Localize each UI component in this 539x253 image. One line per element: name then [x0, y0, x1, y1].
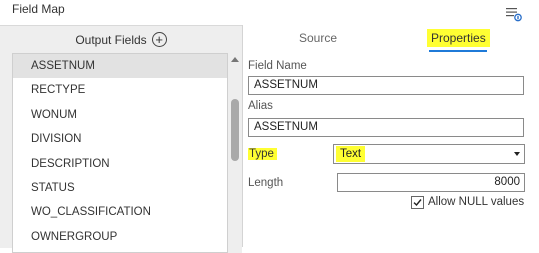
list-item[interactable]: WO_CLASSIFICATION [13, 200, 227, 224]
allow-null-label[interactable]: Allow NULL values [428, 196, 524, 208]
output-fields-panel: Output Fields + ASSETNUM RECTYPE WONUM D… [0, 25, 242, 253]
tab-source[interactable]: Source [299, 31, 337, 45]
list-item[interactable]: RECTYPE [13, 78, 227, 102]
list-item[interactable]: DESCRIPTION [13, 152, 227, 176]
list-item[interactable]: STATUS [13, 176, 227, 200]
list-item[interactable]: ASSETNUM [13, 54, 227, 79]
tab-bar: Source Properties [243, 25, 539, 52]
list-item[interactable]: WONUM [13, 103, 227, 127]
panel-divider[interactable] [242, 25, 243, 247]
plus-circle-icon[interactable]: + [151, 32, 167, 47]
length-input[interactable]: 8000 [337, 173, 525, 192]
list-item[interactable]: DIVISION [13, 127, 227, 151]
type-label: Type [248, 148, 277, 160]
window-title: Field Map [12, 2, 65, 16]
tab-properties[interactable]: Properties [427, 29, 490, 47]
active-tab-indicator [429, 50, 487, 52]
alias-input[interactable]: ASSETNUM [248, 118, 524, 137]
list-settings-icon[interactable] [505, 6, 523, 22]
output-fields-list[interactable]: ASSETNUM RECTYPE WONUM DIVISION DESCRIPT… [12, 53, 228, 253]
output-fields-header: Output Fields + [0, 26, 242, 53]
scrollbar-thumb[interactable] [231, 99, 239, 161]
scroll-up-arrow-icon[interactable] [231, 57, 239, 62]
list-item[interactable]: OWNERGROUP [13, 225, 227, 249]
allow-null-checkbox[interactable] [411, 196, 424, 209]
output-fields-label: Output Fields [75, 32, 147, 47]
field-name-label: Field Name [248, 60, 307, 72]
type-select-value: Text [336, 146, 366, 162]
vertical-scrollbar[interactable] [228, 53, 242, 253]
type-select[interactable]: Text [333, 144, 525, 164]
length-label: Length [248, 177, 284, 189]
alias-label: Alias [248, 100, 273, 112]
field-name-input[interactable]: ASSETNUM [248, 76, 524, 95]
chevron-down-icon [514, 152, 520, 156]
checkmark-icon [413, 199, 422, 207]
